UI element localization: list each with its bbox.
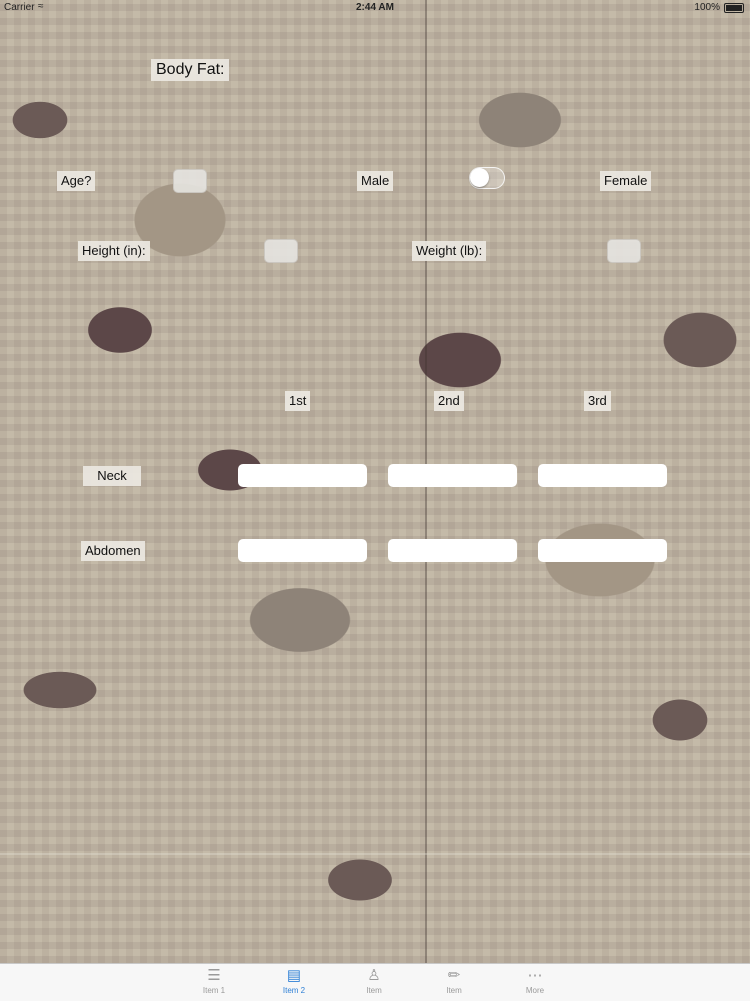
- more-icon: ⋯: [527, 967, 543, 984]
- weight-label: Weight (lb):: [412, 241, 487, 261]
- abdomen-field-1[interactable]: [238, 539, 367, 562]
- battery-icon: [724, 3, 744, 13]
- weight-field[interactable]: [607, 239, 641, 263]
- column-header-2nd: 2nd: [434, 391, 464, 411]
- tab-label: More: [525, 986, 545, 995]
- abdomen-field-2[interactable]: [388, 539, 517, 562]
- age-field[interactable]: [173, 169, 207, 193]
- tab-item-4[interactable]: ✏ Item: [414, 967, 494, 997]
- neck-label: Neck: [83, 466, 141, 486]
- gender-toggle[interactable]: [469, 167, 505, 189]
- column-header-3rd: 3rd: [584, 391, 611, 411]
- page-title: Body Fat:: [151, 59, 230, 81]
- tab-item-2[interactable]: ▤ Item 2: [254, 967, 334, 997]
- list-icon: ☰: [207, 967, 221, 984]
- tab-label: Item: [366, 986, 382, 995]
- tab-item-3[interactable]: ♙ Item: [334, 967, 414, 997]
- neck-field-1[interactable]: [238, 464, 367, 487]
- tab-label: Item: [446, 986, 462, 995]
- stack-icon: ▤: [286, 967, 302, 984]
- abdomen-label: Abdomen: [81, 541, 145, 561]
- status-time: 2:44 AM: [356, 2, 394, 13]
- tab-bar: ☰ Item 1 ▤ Item 2 ♙ Item ✏ Item ⋯ More: [0, 963, 750, 1001]
- tab-label: Item 2: [282, 986, 306, 995]
- column-header-1st: 1st: [285, 391, 311, 411]
- person-icon: ♙: [367, 967, 381, 984]
- neck-field-2[interactable]: [388, 464, 517, 487]
- age-label: Age?: [57, 171, 96, 191]
- female-label: Female: [600, 171, 652, 191]
- background-seam: [0, 853, 750, 855]
- neck-field-3[interactable]: [538, 464, 667, 487]
- tab-more[interactable]: ⋯ More: [495, 967, 575, 997]
- battery-percent: 100%: [694, 2, 720, 13]
- height-field[interactable]: [264, 239, 298, 263]
- abdomen-field-3[interactable]: [538, 539, 667, 562]
- figure-icon: ✏: [447, 967, 461, 984]
- male-label: Male: [357, 171, 394, 191]
- tab-label: Item 1: [202, 986, 226, 995]
- status-bar: Carrier ≈ 2:44 AM 100%: [0, 0, 750, 16]
- toggle-knob: [470, 168, 489, 187]
- tab-item-1[interactable]: ☰ Item 1: [174, 967, 254, 997]
- height-label: Height (in):: [78, 241, 150, 261]
